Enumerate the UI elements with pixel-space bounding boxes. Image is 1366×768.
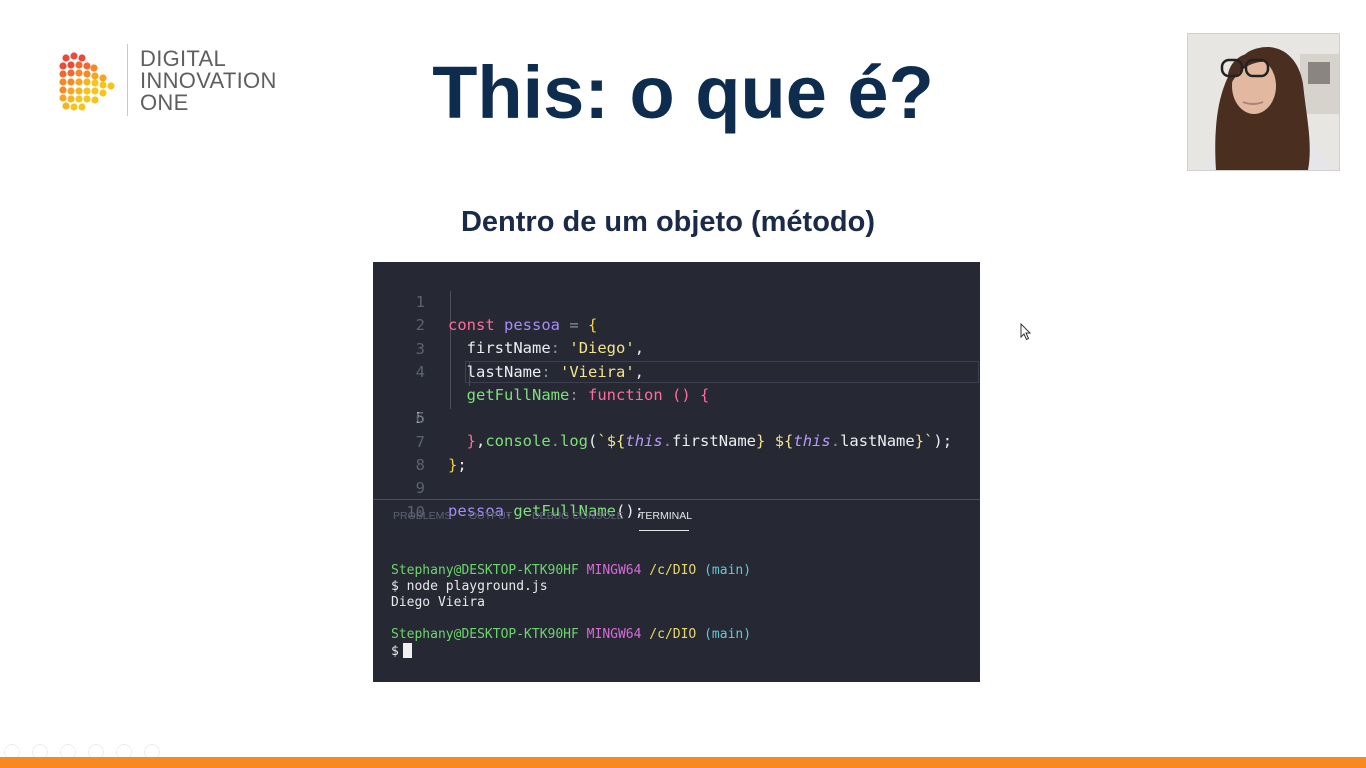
tab-problems[interactable]: PROBLEMS — [393, 510, 451, 522]
prompt-user: Stephany@DESKTOP-KTK90HF — [391, 563, 579, 578]
prompt-path: /c/DIO — [649, 627, 697, 642]
presenter-webcam-icon — [1188, 34, 1339, 170]
current-line-highlight — [465, 361, 979, 384]
active-tab-underline — [639, 530, 689, 531]
code-editor: 1 const pessoa = { 2 firstName: 'Diego',… — [373, 262, 980, 682]
prompt-host: MINGW64 — [586, 563, 642, 578]
prompt-path: /c/DIO — [649, 563, 697, 578]
terminal-input-line[interactable]: $ — [391, 643, 751, 659]
code-line: 7 }; — [373, 408, 980, 474]
prompt-user: Stephany@DESKTOP-KTK90HF — [391, 627, 579, 642]
tab-terminal[interactable]: TERMINAL — [639, 510, 692, 522]
code-line: 3 lastName: 'Vieira', — [373, 315, 980, 381]
slide-title: This: o que é? — [432, 51, 934, 134]
code-line: 2 firstName: 'Diego', — [373, 291, 980, 357]
tab-debug-console[interactable]: DEBUG CONSOLE — [532, 510, 624, 522]
terminal-caret — [402, 643, 412, 658]
code-line: 4 getFullName: function () { — [373, 338, 980, 404]
terminal-blank — [391, 611, 751, 627]
prompt-branch: (main) — [704, 563, 752, 578]
terminal-output[interactable]: Stephany@DESKTOP-KTK90HF MINGW64 /c/DIO … — [391, 563, 751, 659]
code-line: 1 const pessoa = { — [373, 268, 980, 334]
code-line: 6 }, — [373, 384, 980, 450]
code-line: 10 — [373, 478, 980, 521]
code-area: 1 const pessoa = { 2 firstName: 'Diego',… — [373, 268, 980, 521]
tab-output[interactable]: OUTPUT — [469, 510, 512, 522]
code-line: 8 — [373, 431, 980, 474]
panel-divider — [373, 499, 980, 500]
slide-subtitle: Dentro de um objeto (método) — [460, 206, 876, 238]
terminal-command: $ node playground.js — [391, 579, 548, 594]
input-prefix: $ — [391, 644, 399, 659]
terminal-prompt: Stephany@DESKTOP-KTK90HF MINGW64 /c/DIO … — [391, 627, 751, 643]
prompt-host: MINGW64 — [586, 627, 642, 642]
terminal-prompt: Stephany@DESKTOP-KTK90HF MINGW64 /c/DIO … — [391, 563, 751, 579]
code-line-current: 5 console.log(`${this.firstName} ${this.… — [373, 361, 980, 450]
terminal-result: Diego Vieira — [391, 595, 485, 610]
accent-bar — [0, 757, 1366, 768]
code-line: 9 pessoa.getFullName(); — [373, 454, 980, 520]
presenter-webcam — [1187, 33, 1340, 171]
prompt-branch: (main) — [704, 627, 752, 642]
mouse-pointer-icon — [1020, 323, 1032, 341]
